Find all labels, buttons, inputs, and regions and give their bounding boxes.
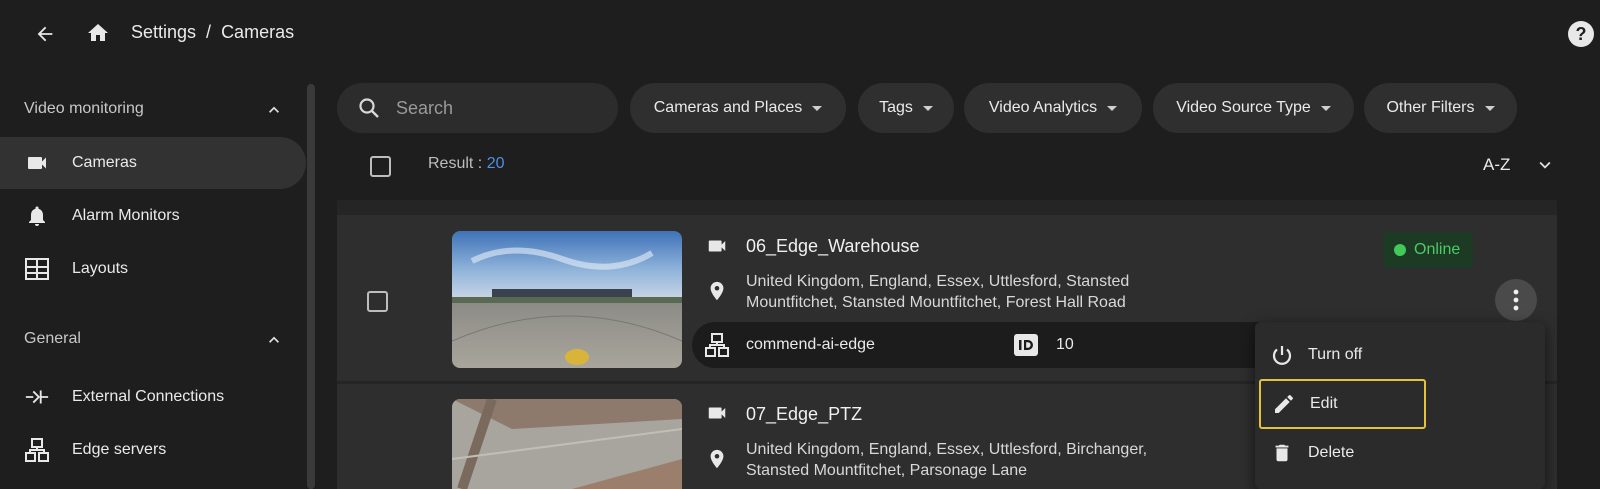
kebab-icon — [1513, 289, 1519, 311]
camera-checkbox[interactable] — [367, 291, 388, 312]
layout-grid-icon — [24, 256, 50, 282]
breadcrumb-separator: / — [206, 22, 212, 42]
video-camera-icon — [704, 235, 730, 257]
menu-item-edit[interactable]: Edit — [1259, 379, 1426, 429]
filter-label: Cameras and Places — [653, 99, 803, 116]
sort-order[interactable]: A-Z — [1483, 155, 1510, 175]
sidebar-scrollbar[interactable] — [307, 84, 315, 489]
sidebar-item-alarm-monitors[interactable]: Alarm Monitors — [0, 190, 306, 242]
sidebar-item-external-connections[interactable]: External Connections — [0, 371, 306, 423]
edge-server-icon — [24, 437, 50, 463]
caret-down-icon — [1107, 105, 1118, 111]
camera-address: United Kingdom, England, Essex, Uttlesfo… — [746, 271, 1129, 313]
chevron-down-icon[interactable] — [1534, 154, 1556, 176]
breadcrumb-settings[interactable]: Settings — [131, 22, 196, 43]
sidebar-item-label: Layouts — [72, 260, 129, 277]
sidebar-item-cameras[interactable]: Cameras — [0, 137, 306, 189]
menu-item-label: Edit — [1310, 395, 1338, 412]
camera-thumbnail[interactable] — [452, 231, 682, 368]
filter-label: Video Source Type — [1176, 99, 1311, 116]
back-arrow-icon[interactable] — [32, 21, 58, 47]
caret-down-icon — [1320, 105, 1331, 111]
caret-down-icon — [812, 105, 823, 111]
select-all-checkbox[interactable] — [370, 156, 391, 177]
menu-item-label: Turn off — [1308, 346, 1363, 363]
breadcrumb: Settings / Cameras — [131, 22, 294, 43]
filter-video-analytics[interactable]: Video Analytics — [964, 83, 1142, 133]
filter-cameras-and-places[interactable]: Cameras and Places — [630, 83, 846, 133]
menu-item-delete[interactable]: Delete — [1255, 428, 1545, 478]
more-options-button[interactable] — [1495, 279, 1537, 321]
result-label: Result : — [428, 155, 487, 172]
address-line: Stansted Mountfitchet, Parsonage Lane — [746, 462, 1028, 479]
filter-label: Other Filters — [1386, 99, 1475, 116]
power-icon — [1269, 342, 1295, 368]
section-title: Video monitoring — [24, 100, 144, 117]
camera-name: 06_Edge_Warehouse — [746, 236, 920, 256]
section-video-monitoring[interactable]: Video monitoring — [24, 100, 284, 118]
id-badge-icon — [1014, 334, 1038, 356]
breadcrumb-cameras: Cameras — [221, 22, 295, 42]
filter-video-source-type[interactable]: Video Source Type — [1153, 83, 1354, 133]
menu-item-label: Delete — [1308, 444, 1355, 461]
result-number: 20 — [486, 155, 505, 172]
camera-id: 10 — [1056, 336, 1074, 353]
address-line: United Kingdom, England, Essex, Uttlesfo… — [746, 273, 1130, 290]
filter-label: Video Analytics — [988, 99, 1098, 116]
top-bar: Settings / Cameras ? — [0, 0, 1600, 70]
sidebar-item-layouts[interactable]: Layouts — [0, 243, 306, 295]
sidebar-item-label: External Connections — [72, 388, 225, 405]
trash-icon — [1269, 440, 1295, 466]
filter-label: Tags — [879, 99, 913, 116]
caret-down-icon — [922, 105, 933, 111]
section-general[interactable]: General — [24, 330, 284, 348]
sidebar-item-label: Cameras — [72, 154, 137, 171]
chevron-up-icon[interactable] — [264, 100, 284, 120]
chevron-up-icon[interactable] — [264, 330, 284, 350]
bell-icon — [24, 203, 50, 229]
camera-address: United Kingdom, England, Essex, Uttlesfo… — [746, 439, 1147, 481]
filter-other-filters[interactable]: Other Filters — [1364, 83, 1517, 133]
help-icon[interactable]: ? — [1568, 21, 1594, 47]
home-icon[interactable] — [85, 20, 111, 46]
edge-server-icon — [704, 332, 730, 358]
search-input[interactable]: Search — [337, 83, 618, 133]
section-title: General — [24, 330, 81, 347]
sidebar-item-edge-servers[interactable]: Edge servers — [0, 424, 306, 476]
status-label: Online — [1414, 241, 1461, 258]
sidebar-item-label: Edge servers — [72, 441, 167, 458]
menu-item-turn-off[interactable]: Turn off — [1255, 330, 1545, 380]
status-badge: Online — [1383, 232, 1473, 268]
camera-name: 07_Edge_PTZ — [746, 404, 863, 424]
video-camera-icon — [24, 150, 50, 176]
pencil-icon — [1271, 391, 1297, 417]
sidebar-item-label: Alarm Monitors — [72, 207, 180, 224]
camera-thumbnail[interactable] — [452, 399, 682, 489]
video-camera-icon — [704, 402, 730, 424]
filter-tags[interactable]: Tags — [858, 83, 954, 133]
search-icon — [357, 96, 381, 120]
caret-down-icon — [1484, 105, 1495, 111]
location-pin-icon — [706, 279, 728, 303]
status-dot — [1394, 244, 1406, 256]
search-placeholder: Search — [396, 97, 454, 118]
camera-server: commend-ai-edge — [746, 336, 875, 353]
result-count: Result : 20 — [428, 155, 504, 173]
context-menu: Turn off Edit Delete — [1255, 322, 1545, 489]
location-pin-icon — [706, 447, 728, 471]
address-line: United Kingdom, England, Essex, Uttlesfo… — [746, 441, 1148, 458]
address-line: Mountfitchet, Stansted Mountfitchet, For… — [746, 294, 1126, 311]
connection-icon — [24, 384, 50, 410]
